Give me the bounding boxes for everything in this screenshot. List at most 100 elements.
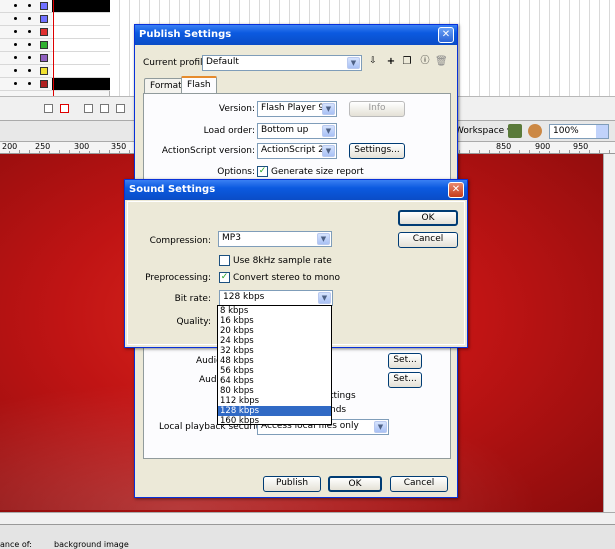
layer-row[interactable] <box>0 26 110 39</box>
ruler-label: 850 <box>495 142 513 151</box>
workspace-menu[interactable]: Workspace ▾ <box>455 126 512 136</box>
layer-color-swatch <box>40 54 48 62</box>
edit-symbols-icon[interactable] <box>508 124 522 138</box>
bit-rate-option[interactable]: 16 kbps <box>218 316 331 326</box>
bit-rate-option[interactable]: 160 kbps <box>218 416 331 426</box>
status-label: ance of: <box>0 540 32 549</box>
layer-row[interactable] <box>0 52 110 65</box>
close-icon[interactable]: ✕ <box>438 27 454 43</box>
zoom-select[interactable]: 100% <box>549 124 609 139</box>
actionscript-version-select[interactable]: ActionScript 2.0 ▼ <box>257 143 337 159</box>
publish-cancel-button[interactable]: Cancel <box>390 476 448 492</box>
ruler-label: 300 <box>73 142 91 151</box>
load-order-label: Load order: <box>203 126 255 136</box>
add-profile-icon[interactable]: + <box>385 56 397 68</box>
ruler-label: 950 <box>572 142 590 151</box>
edit-scene-icon[interactable] <box>528 124 542 138</box>
chevron-down-icon: ▼ <box>347 57 360 69</box>
convert-stereo-label: Convert stereo to mono <box>233 273 340 283</box>
layer-color-swatch <box>40 41 48 49</box>
status-bar: ance of: background image <box>0 524 615 549</box>
actionscript-settings-button[interactable]: Settings... <box>349 143 405 159</box>
compression-select[interactable]: MP3 ▼ <box>218 231 332 247</box>
version-value: Flash Player 9 <box>261 103 325 113</box>
bit-rate-value: 128 kbps <box>223 292 265 302</box>
bit-rate-option[interactable]: 56 kbps <box>218 366 331 376</box>
dialog-title: Publish Settings <box>139 29 232 40</box>
ruler-label: 900 <box>534 142 552 151</box>
layer-row[interactable] <box>0 78 110 91</box>
layer-color-swatch <box>40 80 48 88</box>
use-8khz-label: Use 8kHz sample rate <box>233 256 332 266</box>
publish-ok-button[interactable]: OK <box>328 476 382 492</box>
chevron-down-icon <box>596 125 608 138</box>
audio-stream-set-button[interactable]: Set... <box>388 353 422 369</box>
use-8khz-checkbox[interactable] <box>219 255 230 266</box>
layer-row[interactable] <box>0 13 110 26</box>
dialog-title: Sound Settings <box>129 184 216 195</box>
chevron-down-icon: ▼ <box>322 145 335 157</box>
layer-color-swatch <box>40 67 48 75</box>
layer-row[interactable] <box>0 0 110 13</box>
bit-rate-option[interactable]: 80 kbps <box>218 386 331 396</box>
ruler-label: 250 <box>34 142 52 151</box>
import-export-icon[interactable]: ⇩ <box>367 56 379 68</box>
preprocessing-label: Preprocessing: <box>145 273 211 283</box>
layer-color-swatch <box>40 28 48 36</box>
tab-flash[interactable]: Flash <box>181 76 217 94</box>
edit-frames-icon[interactable] <box>116 104 125 113</box>
vertical-scrollbar[interactable] <box>603 154 615 512</box>
profile-select[interactable]: Default ▼ <box>202 55 362 71</box>
ruler-label: 350 <box>110 142 128 151</box>
quality-label: Quality: <box>176 317 211 327</box>
generate-report-checkbox[interactable]: ✓ <box>257 166 268 177</box>
layer-color-swatch <box>40 15 48 23</box>
chevron-down-icon: ▼ <box>317 233 330 245</box>
layer-color-swatch <box>40 2 48 10</box>
sound-ok-button[interactable]: OK <box>398 210 458 226</box>
center-frame-icon[interactable] <box>60 104 69 113</box>
publish-button[interactable]: Publish <box>263 476 321 492</box>
horizontal-scrollbar[interactable] <box>0 512 615 524</box>
compression-label: Compression: <box>149 236 211 246</box>
bit-rate-select[interactable]: 128 kbps ▼ <box>219 290 333 306</box>
chevron-down-icon: ▼ <box>322 125 335 137</box>
dialog-title-bar[interactable]: Publish Settings ✕ <box>135 25 457 45</box>
ruler-label: 200 <box>1 142 19 151</box>
convert-stereo-checkbox[interactable]: ✓ <box>219 272 230 283</box>
compression-value: MP3 <box>222 233 241 243</box>
load-order-select[interactable]: Bottom up ▼ <box>257 123 337 139</box>
bit-rate-option[interactable]: 32 kbps <box>218 346 331 356</box>
chevron-down-icon: ▼ <box>374 421 387 433</box>
bit-rate-option[interactable]: 8 kbps <box>218 306 331 316</box>
info-button[interactable]: Info <box>349 101 405 117</box>
close-icon[interactable]: ✕ <box>448 182 464 198</box>
audio-event-set-button[interactable]: Set... <box>388 372 422 388</box>
bit-rate-option-selected[interactable]: 128 kbps <box>218 406 331 416</box>
onion-skin-icon[interactable] <box>84 104 93 113</box>
bit-rate-option[interactable]: 24 kbps <box>218 336 331 346</box>
chevron-down-icon: ▼ <box>318 292 331 304</box>
duplicate-profile-icon[interactable]: ❐ <box>401 56 413 68</box>
layer-row[interactable] <box>0 65 110 78</box>
actionscript-version-label: ActionScript version: <box>161 146 255 156</box>
bit-rate-option[interactable]: 64 kbps <box>218 376 331 386</box>
profile-value: Default <box>206 57 239 67</box>
bit-rate-option[interactable]: 48 kbps <box>218 356 331 366</box>
bit-rate-label: Bit rate: <box>174 294 211 304</box>
dialog-title-bar[interactable]: Sound Settings ✕ <box>125 180 467 200</box>
load-order-value: Bottom up <box>261 125 309 135</box>
profile-label: Current profile: <box>143 58 212 68</box>
override-sound-settings-label: ttings <box>330 391 356 401</box>
sound-cancel-button[interactable]: Cancel <box>398 232 458 248</box>
bit-rate-option[interactable]: 20 kbps <box>218 326 331 336</box>
version-select[interactable]: Flash Player 9 ▼ <box>257 101 337 117</box>
trash-icon[interactable] <box>44 104 53 113</box>
bit-rate-dropdown-list: 8 kbps 16 kbps 20 kbps 24 kbps 32 kbps 4… <box>217 305 332 426</box>
bit-rate-option[interactable]: 112 kbps <box>218 396 331 406</box>
delete-profile-icon[interactable]: 🗑 <box>435 56 448 68</box>
layer-row[interactable] <box>0 39 110 52</box>
onion-outline-icon[interactable] <box>100 104 109 113</box>
export-device-sounds-label: nds <box>330 405 347 415</box>
profile-info-icon[interactable]: ⓘ <box>419 56 431 68</box>
